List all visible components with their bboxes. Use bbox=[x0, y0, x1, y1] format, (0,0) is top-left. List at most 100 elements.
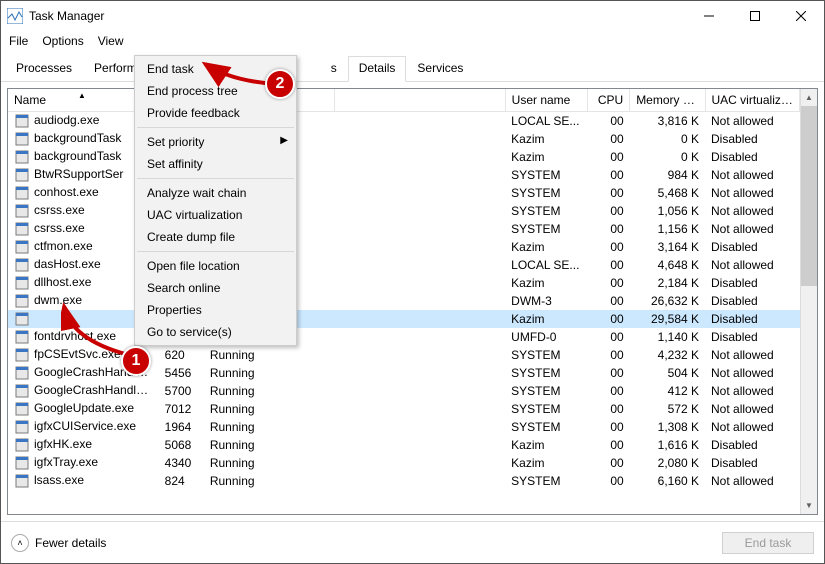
cell-user: SYSTEM bbox=[505, 346, 587, 364]
col-spacer[interactable] bbox=[334, 89, 505, 112]
cell-pid: 824 bbox=[159, 472, 204, 490]
context-menu-item[interactable]: Set priority▶ bbox=[135, 131, 296, 153]
maximize-button[interactable] bbox=[732, 1, 778, 31]
cell-uac: Disabled bbox=[705, 328, 799, 346]
context-menu-item[interactable]: UAC virtualization bbox=[135, 204, 296, 226]
table-row[interactable]: dllhost.exeKazim002,184 KDisabled bbox=[8, 274, 800, 292]
cell-pid: 1964 bbox=[159, 418, 204, 436]
col-user[interactable]: User name bbox=[505, 89, 587, 112]
context-menu[interactable]: End taskEnd process treeProvide feedback… bbox=[134, 55, 297, 346]
table-row[interactable]: GoogleCrashHandler...5700RunningSYSTEM00… bbox=[8, 382, 800, 400]
window-buttons bbox=[686, 1, 824, 31]
table-row[interactable]: fontdrvhost.exe972RunningUMFD-0001,140 K… bbox=[8, 328, 800, 346]
table-row[interactable]: BtwRSupportSerSYSTEM00984 KNot allowed bbox=[8, 166, 800, 184]
cell-status: Running bbox=[204, 364, 335, 382]
app-icon bbox=[7, 8, 23, 24]
table-row[interactable]: csrss.exeSYSTEM001,156 KNot allowed bbox=[8, 220, 800, 238]
process-name: fontdrvhost.exe bbox=[34, 329, 116, 343]
cell-mem: 0 K bbox=[630, 130, 705, 148]
menu-view[interactable]: View bbox=[98, 34, 124, 48]
context-menu-item[interactable]: Analyze wait chain bbox=[135, 182, 296, 204]
cell-cpu: 00 bbox=[588, 436, 630, 454]
table-row[interactable]: backgroundTaskKazim000 KDisabled bbox=[8, 148, 800, 166]
process-table[interactable]: Name ▲ PID Status User name CPU Memory (… bbox=[8, 89, 800, 490]
col-mem[interactable]: Memory (a... bbox=[630, 89, 705, 112]
cell-mem: 6,160 K bbox=[630, 472, 705, 490]
cell-user: SYSTEM bbox=[505, 382, 587, 400]
scroll-thumb[interactable] bbox=[801, 106, 817, 286]
col-uac[interactable]: UAC virtualizat... bbox=[705, 89, 799, 112]
process-icon bbox=[14, 347, 30, 363]
cell-user: SYSTEM bbox=[505, 400, 587, 418]
minimize-button[interactable] bbox=[686, 1, 732, 31]
table-row[interactable]: backgroundTaskKazim000 KDisabled bbox=[8, 130, 800, 148]
cell-user: SYSTEM bbox=[505, 220, 587, 238]
cell-user: Kazim bbox=[505, 310, 587, 328]
table-row[interactable]: csrss.exeSYSTEM001,056 KNot allowed bbox=[8, 202, 800, 220]
fewer-details-button[interactable]: ˄ Fewer details bbox=[11, 534, 106, 552]
cell-uac: Disabled bbox=[705, 238, 799, 256]
cell-user: Kazim bbox=[505, 274, 587, 292]
menu-options[interactable]: Options bbox=[42, 34, 83, 48]
cell-mem: 1,308 K bbox=[630, 418, 705, 436]
cell-cpu: 00 bbox=[588, 184, 630, 202]
tab-users-partial[interactable]: s bbox=[328, 56, 348, 82]
process-name: csrss.exe bbox=[34, 221, 85, 235]
context-menu-item[interactable]: Go to service(s) bbox=[135, 321, 296, 343]
context-menu-item[interactable]: Open file location bbox=[135, 255, 296, 277]
context-menu-item[interactable]: Create dump file bbox=[135, 226, 296, 248]
process-name: dasHost.exe bbox=[34, 257, 101, 271]
process-icon bbox=[14, 167, 30, 183]
vertical-scrollbar[interactable]: ▲ ▼ bbox=[800, 89, 817, 514]
context-menu-item[interactable]: Set affinity bbox=[135, 153, 296, 175]
table-row[interactable]: dwm.exeDWM-30026,632 KDisabled bbox=[8, 292, 800, 310]
scroll-down-button[interactable]: ▼ bbox=[801, 497, 817, 514]
scroll-up-button[interactable]: ▲ bbox=[801, 89, 817, 106]
cell-uac: Not allowed bbox=[705, 364, 799, 382]
process-name: igfxHK.exe bbox=[34, 437, 92, 451]
process-name: GoogleUpdate.exe bbox=[34, 401, 134, 415]
cell-uac: Not allowed bbox=[705, 472, 799, 490]
context-menu-item[interactable]: Provide feedback bbox=[135, 102, 296, 124]
cell-pid: 5456 bbox=[159, 364, 204, 382]
content-area: Name ▲ PID Status User name CPU Memory (… bbox=[1, 82, 824, 521]
table-row[interactable]: igfxHK.exe5068RunningKazim001,616 KDisab… bbox=[8, 436, 800, 454]
cell-pid: 4340 bbox=[159, 454, 204, 472]
cell-uac: Disabled bbox=[705, 454, 799, 472]
context-menu-item[interactable]: Properties bbox=[135, 299, 296, 321]
cell-pid: 7012 bbox=[159, 400, 204, 418]
cell-cpu: 00 bbox=[588, 472, 630, 490]
cell-cpu: 00 bbox=[588, 328, 630, 346]
table-row[interactable]: audiodg.exeLOCAL SE...003,816 KNot allow… bbox=[8, 112, 800, 131]
table-row[interactable]: Kazim0029,584 KDisabled bbox=[8, 310, 800, 328]
table-row[interactable]: dasHost.exeLOCAL SE...004,648 KNot allow… bbox=[8, 256, 800, 274]
cell-status: Running bbox=[204, 382, 335, 400]
end-task-button[interactable]: End task bbox=[722, 532, 814, 554]
table-row[interactable]: igfxCUIService.exe1964RunningSYSTEM001,3… bbox=[8, 418, 800, 436]
table-row[interactable]: igfxTray.exe4340RunningKazim002,080 KDis… bbox=[8, 454, 800, 472]
cell-cpu: 00 bbox=[588, 148, 630, 166]
process-icon bbox=[14, 149, 30, 165]
table-row[interactable]: lsass.exe824RunningSYSTEM006,160 KNot al… bbox=[8, 472, 800, 490]
table-row[interactable]: conhost.exeSYSTEM005,468 KNot allowed bbox=[8, 184, 800, 202]
process-grid: Name ▲ PID Status User name CPU Memory (… bbox=[7, 88, 818, 515]
menu-file[interactable]: File bbox=[9, 34, 28, 48]
cell-status: Running bbox=[204, 436, 335, 454]
process-icon bbox=[14, 257, 30, 273]
cell-cpu: 00 bbox=[588, 238, 630, 256]
process-icon bbox=[14, 185, 30, 201]
table-row[interactable]: ctfmon.exeKazim003,164 KDisabled bbox=[8, 238, 800, 256]
tab-processes[interactable]: Processes bbox=[5, 56, 83, 82]
col-cpu[interactable]: CPU bbox=[588, 89, 630, 112]
cell-user: Kazim bbox=[505, 148, 587, 166]
process-name: dwm.exe bbox=[34, 293, 82, 307]
table-row[interactable]: GoogleUpdate.exe7012RunningSYSTEM00572 K… bbox=[8, 400, 800, 418]
process-icon bbox=[14, 473, 30, 489]
tab-details[interactable]: Details bbox=[348, 56, 407, 82]
cell-user: SYSTEM bbox=[505, 364, 587, 382]
close-button[interactable] bbox=[778, 1, 824, 31]
context-menu-item[interactable]: Search online bbox=[135, 277, 296, 299]
tab-services[interactable]: Services bbox=[406, 56, 474, 82]
process-name: BtwRSupportSer bbox=[34, 167, 123, 181]
cell-uac: Disabled bbox=[705, 436, 799, 454]
